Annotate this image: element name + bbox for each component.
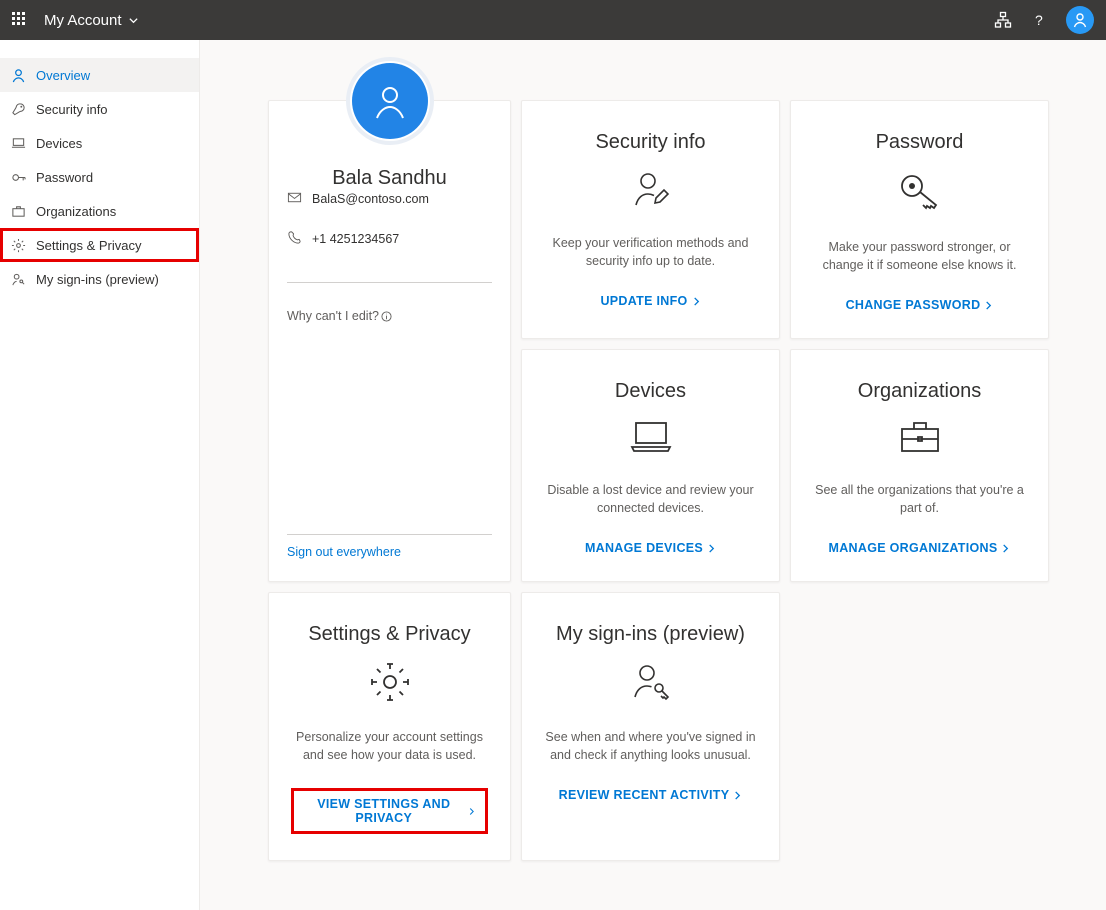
- profile-email: BalaS@contoso.com: [287, 190, 492, 208]
- update-info-action[interactable]: UPDATE INFO: [600, 294, 700, 308]
- sidebar-item-devices[interactable]: Devices: [0, 126, 199, 160]
- gear-large-icon: [368, 660, 412, 709]
- gear-icon: [10, 237, 26, 253]
- devices-card: Devices Disable a lost device and review…: [521, 349, 780, 582]
- chevron-right-icon: [733, 791, 742, 800]
- card-title: Security info: [595, 131, 705, 154]
- action-label: MANAGE ORGANIZATIONS: [829, 541, 998, 555]
- sidebar-item-label: Settings & Privacy: [36, 238, 142, 253]
- card-desc: Disable a lost device and review your co…: [544, 482, 757, 517]
- signout-everywhere-link[interactable]: Sign out everywhere: [287, 545, 492, 559]
- person-icon: [10, 67, 26, 83]
- action-label: UPDATE INFO: [600, 294, 687, 308]
- sidebar-item-security[interactable]: Security info: [0, 92, 199, 126]
- profile-phone-text: +1 4251234567: [312, 232, 399, 246]
- action-label: REVIEW RECENT ACTIVITY: [559, 788, 730, 802]
- card-title: Organizations: [858, 380, 981, 403]
- change-password-action[interactable]: CHANGE PASSWORD: [846, 298, 994, 312]
- laptop-icon: [10, 135, 26, 151]
- card-desc: Keep your verification methods and secur…: [544, 235, 757, 270]
- card-title: Devices: [615, 380, 686, 403]
- why-cant-edit-text: Why can't I edit?: [287, 309, 379, 323]
- view-settings-privacy-action[interactable]: VIEW SETTINGS AND PRIVACY: [291, 788, 488, 834]
- topbar-title-text: My Account: [44, 12, 122, 29]
- divider: [287, 282, 492, 283]
- chevron-right-icon: [692, 297, 701, 306]
- topbar-right: ?: [994, 6, 1094, 34]
- card-desc: Personalize your account settings and se…: [291, 729, 488, 764]
- card-desc: See when and where you've signed in and …: [544, 729, 757, 764]
- password-key-icon: [10, 169, 26, 185]
- chevron-right-icon: [1001, 544, 1010, 553]
- card-title: My sign-ins (preview): [556, 623, 745, 646]
- settings-privacy-card: Settings & Privacy Personalize your acco…: [268, 592, 511, 861]
- org-tree-icon[interactable]: [994, 11, 1012, 29]
- signins-card: My sign-ins (preview) See when and where…: [521, 592, 780, 861]
- person-key-icon: [10, 271, 26, 287]
- action-label: MANAGE DEVICES: [585, 541, 703, 555]
- manage-organizations-action[interactable]: MANAGE ORGANIZATIONS: [829, 541, 1011, 555]
- profile-phone: +1 4251234567: [287, 230, 492, 248]
- sidebar-item-label: My sign-ins (preview): [36, 272, 159, 287]
- profile-email-text: BalaS@contoso.com: [312, 192, 429, 206]
- sidebar-item-label: Organizations: [36, 204, 116, 219]
- card-desc: See all the organizations that you're a …: [813, 482, 1026, 517]
- sidebar: Overview Security info Devices Password …: [0, 40, 200, 910]
- sidebar-item-label: Password: [36, 170, 93, 185]
- chevron-right-icon: [707, 544, 716, 553]
- action-label: VIEW SETTINGS AND PRIVACY: [304, 797, 464, 825]
- briefcase-icon: [10, 203, 26, 219]
- key-icon: [10, 101, 26, 117]
- organizations-card: Organizations See all the organizations …: [790, 349, 1049, 582]
- sidebar-item-label: Devices: [36, 136, 82, 151]
- mail-icon: [287, 190, 302, 208]
- review-activity-action[interactable]: REVIEW RECENT ACTIVITY: [559, 788, 743, 802]
- why-cant-edit[interactable]: Why can't I edit?: [287, 309, 492, 323]
- user-avatar[interactable]: [1066, 6, 1094, 34]
- person-edit-icon: [630, 168, 672, 215]
- sidebar-item-signins[interactable]: My sign-ins (preview): [0, 262, 199, 296]
- person-key-large-icon: [629, 660, 673, 709]
- profile-avatar: [346, 57, 434, 145]
- chevron-down-icon: [128, 15, 139, 26]
- key-large-icon: [897, 168, 943, 219]
- info-icon: [381, 311, 392, 322]
- sidebar-item-settings-privacy[interactable]: Settings & Privacy: [0, 228, 199, 262]
- sidebar-item-organizations[interactable]: Organizations: [0, 194, 199, 228]
- topbar-title[interactable]: My Account: [44, 12, 139, 29]
- profile-name: Bala Sandhu: [332, 167, 447, 190]
- phone-icon: [287, 230, 302, 248]
- divider: [287, 534, 492, 535]
- card-desc: Make your password stronger, or change i…: [813, 239, 1026, 274]
- sidebar-item-password[interactable]: Password: [0, 160, 199, 194]
- action-label: CHANGE PASSWORD: [846, 298, 981, 312]
- sidebar-item-label: Security info: [36, 102, 108, 117]
- security-info-card: Security info Keep your verification met…: [521, 100, 780, 339]
- chevron-right-icon: [468, 807, 475, 816]
- svg-text:?: ?: [1035, 12, 1043, 28]
- help-icon[interactable]: ?: [1030, 11, 1048, 29]
- manage-devices-action[interactable]: MANAGE DEVICES: [585, 541, 716, 555]
- main-content: Bala Sandhu BalaS@contoso.com +1 4251234…: [200, 40, 1106, 910]
- chevron-right-icon: [984, 301, 993, 310]
- sidebar-item-label: Overview: [36, 68, 90, 83]
- password-card: Password Make your password stronger, or…: [790, 100, 1049, 339]
- app-launcher-icon[interactable]: [12, 12, 28, 28]
- topbar: My Account ?: [0, 0, 1106, 40]
- card-title: Settings & Privacy: [308, 623, 470, 646]
- card-title: Password: [876, 131, 964, 154]
- profile-card: Bala Sandhu BalaS@contoso.com +1 4251234…: [268, 100, 511, 582]
- sidebar-item-overview[interactable]: Overview: [0, 58, 199, 92]
- briefcase-large-icon: [896, 417, 944, 462]
- laptop-large-icon: [626, 417, 676, 462]
